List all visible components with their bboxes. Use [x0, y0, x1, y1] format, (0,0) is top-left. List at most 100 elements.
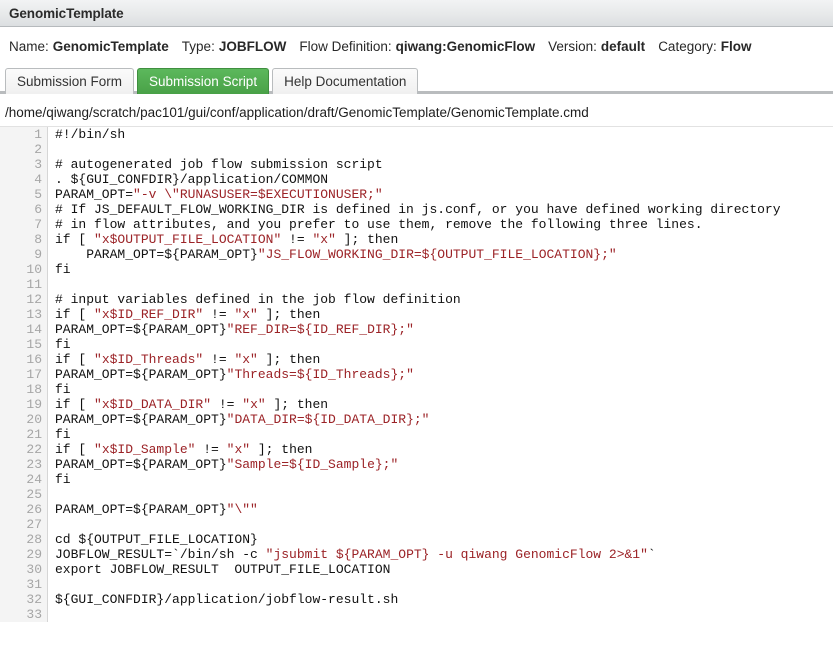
- line-number: 26: [26, 502, 42, 517]
- code-text: !=: [195, 442, 227, 457]
- meta-item: Category: Flow: [658, 39, 751, 54]
- meta-item: Flow Definition: qiwang:GenomicFlow: [299, 39, 535, 54]
- line-number: 18: [26, 382, 42, 397]
- code-text: PARAM_OPT=${PARAM_OPT}: [55, 412, 227, 427]
- code-text: fi: [55, 262, 71, 277]
- code-string: "x": [226, 442, 251, 457]
- code-line: export JOBFLOW_RESULT OUTPUT_FILE_LOCATI…: [55, 562, 781, 577]
- code-line: fi: [55, 262, 781, 277]
- line-number: 30: [26, 562, 42, 577]
- code-text: if [: [55, 442, 95, 457]
- meta-item: Version: default: [548, 39, 645, 54]
- code-string: "x$ID_DATA_DIR": [94, 397, 212, 412]
- code-text: #!/bin/sh: [55, 127, 126, 142]
- meta-item: Type: JOBFLOW: [182, 39, 287, 54]
- code-text: !=: [211, 397, 243, 412]
- line-number: 20: [26, 412, 42, 427]
- meta-item: Name: GenomicTemplate: [9, 39, 169, 54]
- code-text: PARAM_OPT=${PARAM_OPT}: [55, 367, 227, 382]
- line-number: 33: [26, 607, 42, 622]
- code-text: ]; then: [265, 397, 329, 412]
- code-text: if [: [55, 352, 95, 367]
- code-line: cd ${OUTPUT_FILE_LOCATION}: [55, 532, 781, 547]
- meta-value: Flow: [720, 38, 752, 54]
- code-text: !=: [203, 307, 235, 322]
- code-line: # in flow attributes, and you prefer to …: [55, 217, 781, 232]
- code-string: "jsubmit ${PARAM_OPT} -u qiwang GenomicF…: [265, 547, 648, 562]
- code-string: "x": [312, 232, 336, 247]
- code-line: PARAM_OPT=${PARAM_OPT}"JS_FLOW_WORKING_D…: [55, 247, 781, 262]
- code-text: if [: [55, 307, 95, 322]
- line-number: 8: [34, 232, 42, 247]
- code-content[interactable]: #!/bin/sh # autogenerated job flow submis…: [48, 127, 781, 622]
- line-number: 4: [34, 172, 42, 187]
- line-number: 19: [26, 397, 42, 412]
- code-line: fi: [55, 337, 781, 352]
- tab-submission-script[interactable]: Submission Script: [137, 68, 270, 94]
- line-number: 6: [34, 202, 42, 217]
- line-number: 17: [26, 367, 42, 382]
- code-line: fi: [55, 472, 781, 487]
- page-title: GenomicTemplate: [9, 5, 124, 21]
- code-text: ${GUI_CONFDIR}/application/jobflow-resul…: [55, 592, 399, 607]
- code-line: PARAM_OPT=${PARAM_OPT}"DATA_DIR=${ID_DAT…: [55, 412, 781, 427]
- code-text: # autogenerated job flow submission scri…: [55, 157, 383, 172]
- tab-help-documentation[interactable]: Help Documentation: [272, 68, 419, 94]
- tab-strip: Submission Form Submission Script Help Doc…: [0, 65, 833, 94]
- meta-value: qiwang:GenomicFlow: [395, 38, 536, 54]
- code-string: "x$ID_Threads": [94, 352, 204, 367]
- code-line: PARAM_OPT=${PARAM_OPT}"Sample=${ID_Sampl…: [55, 457, 781, 472]
- line-number: 5: [34, 187, 42, 202]
- code-string: "x$OUTPUT_FILE_LOCATION": [94, 232, 282, 247]
- code-viewer[interactable]: 1 2 3 4 5 6 7 8 9 10 11 12 13 14 15 16 17 18 19 20 21 22 23 24 2…: [0, 126, 833, 622]
- tab-label: Help Documentation: [284, 74, 407, 89]
- line-number: 15: [26, 337, 42, 352]
- meta-value: default: [600, 38, 646, 54]
- code-text: fi: [55, 382, 71, 397]
- line-number: 11: [26, 277, 42, 292]
- line-number: 9: [34, 247, 42, 262]
- code-text: ]; then: [250, 442, 313, 457]
- code-text: !=: [281, 232, 313, 247]
- code-text: fi: [55, 337, 71, 352]
- code-string: "-v \"RUNASUSER=$EXECUTIONUSER;": [133, 187, 383, 202]
- code-string: "\"": [226, 502, 258, 517]
- line-number: 3: [34, 157, 42, 172]
- code-line: fi: [55, 427, 781, 442]
- code-line: if [ "x$ID_Sample" != "x" ]; then: [55, 442, 781, 457]
- line-number: 21: [26, 427, 42, 442]
- tab-label: Submission Script: [149, 74, 258, 89]
- line-number: 27: [26, 517, 42, 532]
- code-string: "JS_FLOW_WORKING_DIR=${OUTPUT_FILE_LOCAT…: [257, 247, 617, 262]
- code-line: PARAM_OPT=${PARAM_OPT}"Threads=${ID_Thre…: [55, 367, 781, 382]
- line-number: 25: [26, 487, 42, 502]
- line-number: 7: [34, 217, 42, 232]
- code-text: JOBFLOW_RESULT=`/bin/sh -c: [55, 547, 266, 562]
- code-text: fi: [55, 472, 71, 487]
- window-titlebar: GenomicTemplate: [0, 0, 833, 27]
- code-text: # in flow attributes, and you prefer to …: [55, 217, 703, 232]
- code-line: fi: [55, 382, 781, 397]
- code-text: !=: [203, 352, 235, 367]
- code-table: 1 2 3 4 5 6 7 8 9 10 11 12 13 14 15 16 17 18 19 20 21 22 23 24 2…: [0, 127, 781, 622]
- meta-label: Version:: [548, 38, 597, 54]
- code-text: ]; then: [257, 307, 321, 322]
- code-text: # input variables defined in the job flo…: [55, 292, 461, 307]
- code-line: if [ "x$ID_REF_DIR" != "x" ]; then: [55, 307, 781, 322]
- code-string: "REF_DIR=${ID_REF_DIR};": [226, 322, 414, 337]
- meta-label: Category:: [658, 38, 717, 54]
- line-number: 2: [34, 142, 42, 157]
- line-number: 31: [26, 577, 42, 592]
- meta-label: Name:: [9, 38, 49, 54]
- code-text: export JOBFLOW_RESULT OUTPUT_FILE_LOCATI…: [55, 562, 391, 577]
- code-text: fi: [55, 427, 71, 442]
- line-number: 29: [26, 547, 42, 562]
- tab-submission-form[interactable]: Submission Form: [5, 68, 135, 94]
- script-file-path: /home/qiwang/scratch/pac101/gui/conf/app…: [5, 105, 589, 120]
- meta-label: Flow Definition:: [299, 38, 392, 54]
- template-metadata-bar: Name: GenomicTemplate Type: JOBFLOW Flow Def…: [0, 27, 833, 65]
- code-string: "x": [242, 397, 266, 412]
